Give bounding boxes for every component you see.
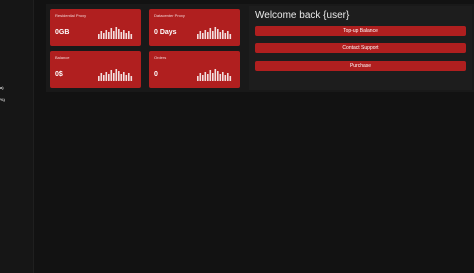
card-title: Orders [154, 55, 167, 60]
card-value: 0 [154, 71, 158, 78]
card-title: Residential Proxy [55, 13, 87, 18]
purchase-button[interactable]: Purchase [255, 61, 466, 71]
welcome-title: Welcome back {user} [255, 10, 350, 21]
card-title: Datacenter Proxy [154, 13, 185, 18]
card-orders[interactable]: Orders 0 [149, 51, 240, 88]
card-value: 0 Days [154, 29, 177, 36]
sidebar-item-1[interactable]: a) [0, 85, 4, 90]
bar-sparkline-icon [98, 27, 133, 39]
card-residential-proxy[interactable]: Residential Proxy 0GB [50, 9, 141, 46]
card-datacenter-proxy[interactable]: Datacenter Proxy 0 Days [149, 9, 240, 46]
bar-sparkline-icon [197, 27, 232, 39]
card-title: Balance [55, 55, 70, 60]
welcome-panel: Welcome back {user} Top-up Balance Conta… [249, 6, 472, 90]
sidebar-item-2[interactable]: %) [0, 97, 5, 102]
card-balance[interactable]: Balance 0$ [50, 51, 141, 88]
contact-support-button[interactable]: Contact Support [255, 43, 466, 53]
bar-sparkline-icon [197, 69, 232, 81]
card-value: 0$ [55, 71, 63, 78]
bar-sparkline-icon [98, 69, 133, 81]
card-value: 0GB [55, 29, 70, 36]
sidebar: a) %) [0, 0, 34, 273]
top-up-balance-button[interactable]: Top-up Balance [255, 26, 466, 36]
